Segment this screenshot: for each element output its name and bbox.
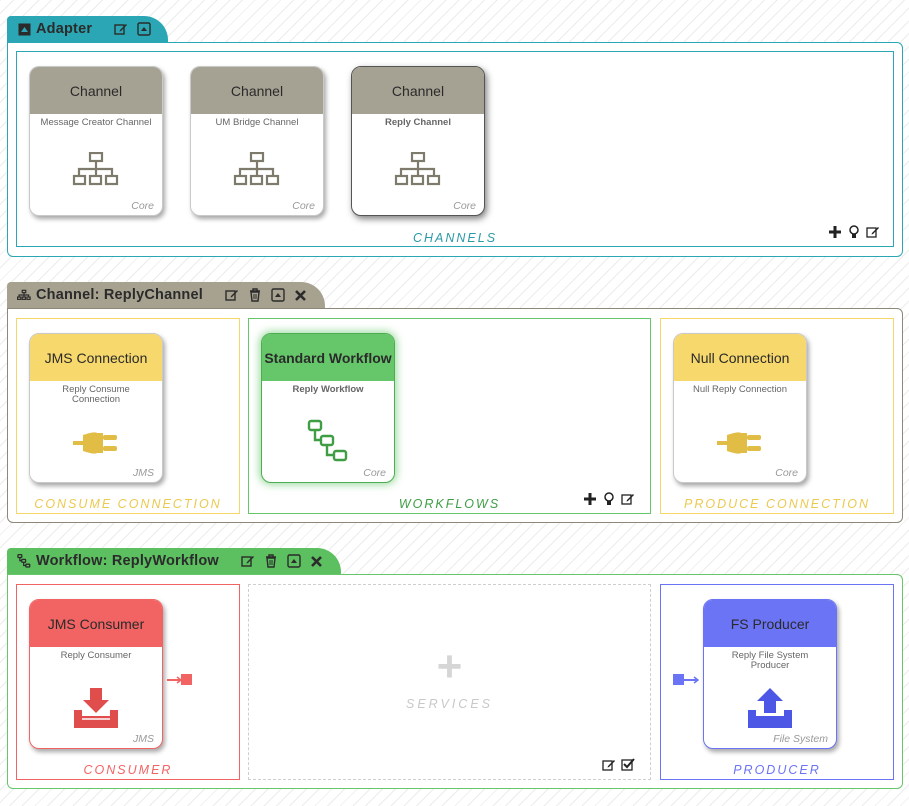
workflows-panel: Standard Workflow Reply Workflow Core WO… [248,318,651,514]
adapter-icon [17,22,31,36]
adapter-title: Adapter [36,21,93,37]
sitemap-icon [17,288,31,302]
upload-tray-icon [748,688,792,733]
output-connector-icon[interactable] [167,673,193,692]
input-connector-icon[interactable] [673,673,700,692]
channel-card-um-bridge[interactable]: Channel UM Bridge Channel Core [190,66,324,216]
workflow-icon [17,554,31,568]
card-category: Core [363,467,386,479]
services-toolbar [598,757,636,773]
edit-icon[interactable] [113,21,129,37]
workflows-label: WORKFLOWS [398,497,501,511]
sitemap-icon [233,151,281,191]
edit-icon[interactable] [240,553,256,569]
close-icon[interactable] [293,287,309,303]
workflow-section: Workflow: ReplyWorkflow JMS Consumer Rep… [7,548,903,790]
add-service-icon[interactable]: + [249,645,650,689]
consume-connection-panel: JMS Connection Reply Consume Connection … [16,318,240,514]
workflow-tab: Workflow: ReplyWorkflow [7,548,341,574]
fs-producer-card[interactable]: FS Producer Reply File System Producer F… [703,599,837,749]
services-label: SERVICES [406,697,493,711]
card-title: JMS Connection [30,334,162,381]
sitemap-icon [72,151,120,191]
producer-label: PRODUCER [733,763,821,777]
channels-label: CHANNELS [412,231,498,245]
edit-icon[interactable] [224,287,240,303]
card-title: FS Producer [704,600,836,647]
checkbox-icon[interactable] [620,757,636,773]
card-category: JMS [133,467,154,479]
card-subtitle: Reply File System Producer [731,650,809,671]
produce-connection-panel: Null Connection Null Reply Connection Co… [660,318,894,514]
produce-connection-label: PRODUCE CONNECTION [683,497,870,511]
card-subtitle: Message Creator Channel [40,117,152,128]
channel-tab: Channel: ReplyChannel [7,282,325,308]
producer-panel: FS Producer Reply File System Producer F… [660,584,894,780]
null-connection-card[interactable]: Null Connection Null Reply Connection Co… [673,333,807,483]
card-title: Channel [352,67,484,114]
consumer-label: CONSUMER [83,763,173,777]
card-title: Standard Workflow [262,334,394,381]
card-category: Core [131,200,154,212]
channel-title: Channel: ReplyChannel [36,287,203,303]
card-subtitle: Reply Channel [385,117,451,128]
card-category: File System [773,733,828,745]
channel-card-message-creator[interactable]: Channel Message Creator Channel Core [29,66,163,216]
standard-workflow-card[interactable]: Standard Workflow Reply Workflow Core [261,333,395,483]
channel-body: JMS Connection Reply Consume Connection … [7,308,903,523]
card-title: JMS Consumer [30,600,162,647]
card-subtitle: Reply Consume Connection [62,384,130,405]
collapse-icon[interactable] [136,21,152,37]
card-category: Core [292,200,315,212]
collapse-icon[interactable] [286,553,302,569]
trash-icon[interactable] [263,553,279,569]
card-title: Channel [191,67,323,114]
consume-connection-label: CONSUME CONNECTION [34,497,222,511]
services-panel[interactable]: + SERVICES [248,584,651,780]
sitemap-icon [394,151,442,191]
card-subtitle: Null Reply Connection [693,384,787,395]
card-title: Null Connection [674,334,806,381]
adapter-body: Channel Message Creator Channel Core Cha… [7,42,903,257]
adapter-section: Adapter Channel Message Creator Channel … [7,16,903,257]
jms-connection-card[interactable]: JMS Connection Reply Consume Connection … [29,333,163,483]
edit-icon[interactable] [601,757,617,773]
channel-section: Channel: ReplyChannel JMS Connection Rep… [7,282,903,524]
card-subtitle: Reply Consumer [60,650,132,661]
card-title: Channel [30,67,162,114]
jms-consumer-card[interactable]: JMS Consumer Reply Consumer JMS [29,599,163,749]
close-icon[interactable] [309,553,325,569]
card-category: Core [453,200,476,212]
workflow-icon [307,419,349,468]
plug-icon [73,429,119,462]
plug-icon [717,429,763,462]
card-subtitle: Reply Workflow [292,384,364,395]
adapter-tab: Adapter [7,16,169,42]
channels-panel: Channel Message Creator Channel Core Cha… [16,51,894,247]
card-category: Core [775,467,798,479]
workflow-title: Workflow: ReplyWorkflow [36,553,219,569]
channel-card-reply[interactable]: Channel Reply Channel Core [351,66,485,216]
card-subtitle: UM Bridge Channel [215,117,299,128]
collapse-icon[interactable] [270,287,286,303]
workflow-body: JMS Consumer Reply Consumer JMS CONSUMER… [7,574,903,789]
download-tray-icon [74,688,118,733]
card-category: JMS [133,733,154,745]
consumer-panel: JMS Consumer Reply Consumer JMS CONSUMER [16,584,240,780]
trash-icon[interactable] [247,287,263,303]
